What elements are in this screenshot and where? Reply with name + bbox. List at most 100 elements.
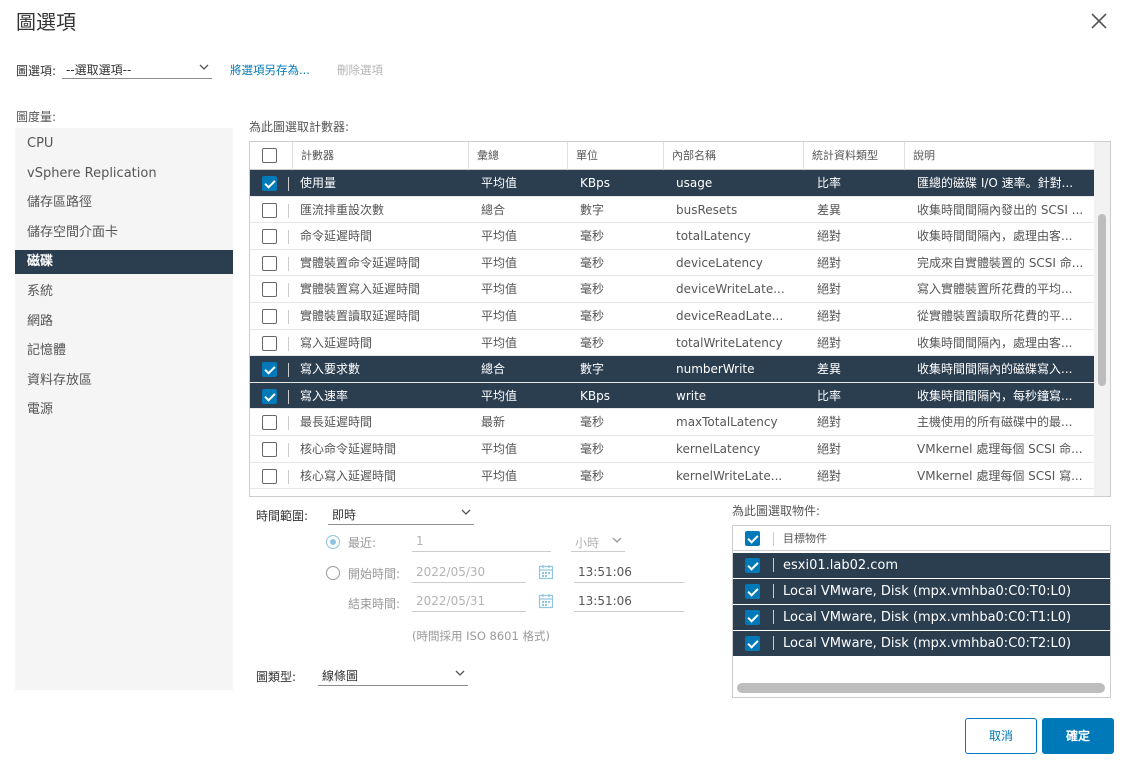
recent-unit-select[interactable]: 小時 xyxy=(571,534,625,552)
col-rollup[interactable]: 彙總 xyxy=(468,142,567,170)
timerange-value: 即時 xyxy=(332,508,357,522)
row-checkbox[interactable] xyxy=(262,176,277,191)
options-select[interactable]: --選取選項-- xyxy=(62,61,212,79)
row-divider xyxy=(288,416,289,431)
charttype-select[interactable]: 線條圖 xyxy=(318,667,468,686)
cell-stat-type: 絕對 xyxy=(817,229,842,244)
end-time-input[interactable]: 13:51:06 xyxy=(574,594,684,612)
options-select-value: --選取選項-- xyxy=(66,63,132,77)
table-row[interactable]: 命令延遲時間 平均值 毫秒 totalLatency 絕對 收集時間間隔內，處理由客... xyxy=(250,223,1094,250)
row-divider xyxy=(288,203,289,218)
metrics-panel: CPU vSphere Replication 儲存區路徑儲存空間介面卡 磁碟系統網路… xyxy=(15,128,233,690)
table-row[interactable]: 寫入延遲時間 平均值 毫秒 totalWriteLatency 絕對 收集時間間隔內，處理… xyxy=(250,330,1094,357)
cell-unit: 數字 xyxy=(580,202,605,217)
recent-radio[interactable] xyxy=(326,535,340,549)
row-checkbox[interactable] xyxy=(262,415,277,431)
ok-button[interactable]: 確定 xyxy=(1042,718,1114,754)
cell-internal-name: write xyxy=(676,388,707,403)
cell-description: 收集時間間隔內發出的 SCSI ... xyxy=(917,202,1084,217)
cell-unit: 毫秒 xyxy=(580,229,605,244)
object-checkbox[interactable] xyxy=(745,636,760,651)
col-target-object[interactable]: 目標物件 xyxy=(783,526,827,551)
save-options-as-link[interactable]: 將選項另存為... xyxy=(230,62,310,78)
cell-stat-type: 絕對 xyxy=(817,309,842,323)
row-checkbox[interactable] xyxy=(262,282,277,298)
calendar-icon[interactable] xyxy=(538,593,554,609)
metric-item[interactable]: CPU xyxy=(15,132,233,156)
row-checkbox[interactable] xyxy=(262,255,277,271)
select-all-checkbox[interactable] xyxy=(262,148,277,163)
list-item[interactable]: Local VMware, Disk (mpx.vmhba0:C0:T2:L0) xyxy=(733,631,1110,656)
object-checkbox[interactable] xyxy=(745,610,760,625)
col-internal-name[interactable]: 內部名稱 xyxy=(663,142,803,170)
metric-item[interactable]: 記憶體 xyxy=(15,339,233,363)
charttype-value: 線條圖 xyxy=(322,669,359,683)
list-item[interactable]: Local VMware, Disk (mpx.vmhba0:C0:T1:L0) xyxy=(733,605,1110,630)
cell-stat-type: 比率 xyxy=(817,388,842,403)
list-item[interactable]: esxi01.lab02.com xyxy=(733,553,1110,578)
table-row[interactable]: 核心寫入延遲時間 平均值 毫秒 kernelWriteLate... 絕對 VMkerne… xyxy=(250,463,1094,490)
row-checkbox[interactable] xyxy=(262,362,277,378)
cell-counter: 最長延遲時間 xyxy=(300,415,373,430)
cell-unit: KBps xyxy=(580,176,610,190)
cell-description: 收集時間間隔內，每秒鐘寫... xyxy=(917,388,1073,403)
row-checkbox[interactable] xyxy=(262,388,277,404)
cell-counter: 實體裝置讀取延遲時間 xyxy=(300,309,421,323)
table-row[interactable]: 實體裝置讀取延遲時間 平均值 毫秒 deviceReadLate... 絕對 從實體裝置讀… xyxy=(250,303,1094,330)
metric-item[interactable]: 資料存放區 xyxy=(15,369,233,393)
table-row[interactable]: 實體裝置命令延遲時間 平均值 毫秒 deviceLatency 絕對 完成來自實體裝置的 … xyxy=(250,250,1094,277)
row-checkbox[interactable] xyxy=(262,309,277,324)
row-divider xyxy=(288,283,289,298)
counters-scrollbar[interactable] xyxy=(1094,142,1110,496)
cell-unit: 毫秒 xyxy=(580,442,605,456)
objects-label: 為此圖選取物件: xyxy=(732,504,821,518)
select-all-objects-checkbox[interactable] xyxy=(745,531,760,546)
recent-label: 最近: xyxy=(348,536,377,550)
cancel-button[interactable]: 取消 xyxy=(965,718,1037,754)
table-row[interactable]: 寫入要求數 總合 數字 numberWrite 差異 收集時間間隔內的磁碟寫入... xyxy=(250,356,1094,383)
metric-item[interactable]: 儲存區路徑 xyxy=(15,191,233,215)
chevron-down-icon xyxy=(461,509,471,515)
row-checkbox[interactable] xyxy=(262,202,277,218)
metric-item[interactable]: 電源 xyxy=(15,398,233,422)
table-row[interactable]: 實體裝置寫入延遲時間 平均值 毫秒 deviceWriteLate... 絕對 寫入實體裝… xyxy=(250,276,1094,303)
col-unit[interactable]: 單位 xyxy=(567,142,663,170)
cell-rollup: 平均值 xyxy=(481,176,518,190)
list-item[interactable]: Local VMware, Disk (mpx.vmhba0:C0:T0:L0) xyxy=(733,579,1110,604)
metric-item[interactable]: vSphere Replication xyxy=(15,162,233,186)
row-checkbox[interactable] xyxy=(262,442,277,457)
metric-item[interactable]: 磁碟 xyxy=(15,250,233,275)
start-time-radio[interactable] xyxy=(326,566,340,580)
row-checkbox[interactable] xyxy=(262,335,277,351)
start-time-input[interactable]: 13:51:06 xyxy=(574,565,684,583)
table-row[interactable]: 最長延遲時間 最新 毫秒 maxTotalLatency 絕對 主機使用的所有磁碟中的最.… xyxy=(250,409,1094,436)
calendar-icon[interactable] xyxy=(538,564,554,580)
col-description[interactable]: 說明 xyxy=(904,142,1094,170)
object-checkbox[interactable] xyxy=(745,558,760,573)
close-icon[interactable] xyxy=(1088,10,1110,32)
metric-item[interactable]: 系統 xyxy=(15,280,233,304)
cell-counter: 命令延遲時間 xyxy=(300,229,373,244)
row-divider xyxy=(288,230,289,245)
object-checkbox[interactable] xyxy=(745,584,760,599)
recent-value-input[interactable]: 1 xyxy=(412,534,551,552)
metric-item[interactable]: 儲存空間介面卡 xyxy=(15,221,233,245)
objects-h-scrollbar[interactable] xyxy=(737,683,1105,693)
table-row[interactable]: 寫入速率 平均值 KBps write 比率 收集時間間隔內，每秒鐘寫... xyxy=(250,382,1094,410)
table-row[interactable]: 匯流排重設次數 總合 數字 busResets 差異 收集時間間隔內發出的 SCSI ..… xyxy=(250,197,1094,224)
metric-item[interactable]: 網路 xyxy=(15,310,233,334)
delete-options-link[interactable]: 刪除選項 xyxy=(337,62,383,78)
row-checkbox[interactable] xyxy=(262,229,277,245)
col-counter[interactable]: 計數器 xyxy=(292,142,468,170)
table-row[interactable]: 使用量 平均值 KBps usage 比率 匯總的磁碟 I/O 速率。針對... xyxy=(250,170,1094,197)
start-date-input[interactable]: 2022/05/30 xyxy=(412,565,526,583)
scroll-thumb[interactable] xyxy=(1098,214,1106,386)
table-row[interactable]: 核心命令延遲時間 平均值 毫秒 kernelLatency 絕對 VMkernel 處理每… xyxy=(250,436,1094,463)
start-time-label: 開始時間: xyxy=(348,567,401,581)
timerange-select[interactable]: 即時 xyxy=(328,506,474,525)
row-checkbox[interactable] xyxy=(262,468,277,484)
cell-unit: 毫秒 xyxy=(580,282,605,297)
cell-rollup: 平均值 xyxy=(481,468,518,483)
col-stat-type[interactable]: 統計資料類型 xyxy=(803,142,904,170)
end-date-input[interactable]: 2022/05/31 xyxy=(412,594,526,612)
